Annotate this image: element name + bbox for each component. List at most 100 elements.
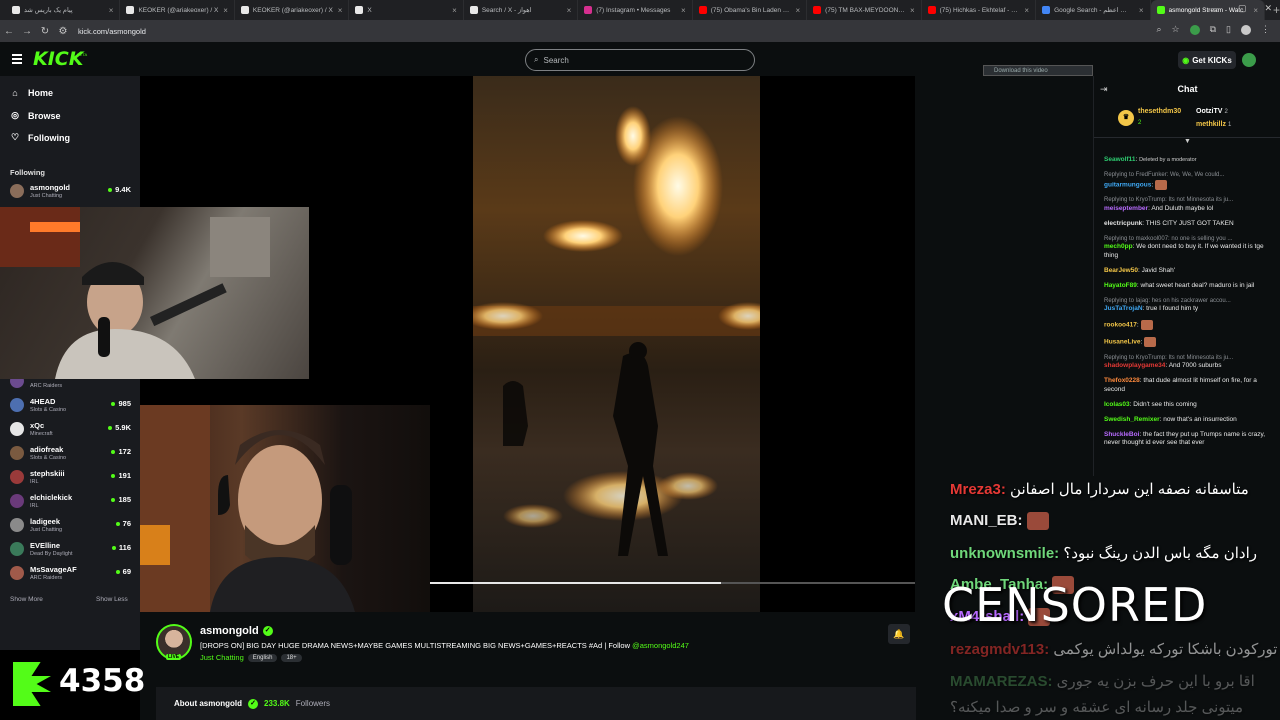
browser-tab[interactable]: (75) Obama's Bin Laden & Tr × — [693, 0, 808, 20]
top-gifter-2[interactable]: OotziTV 2 — [1196, 108, 1228, 115]
maximize-icon[interactable]: ▢ — [1238, 3, 1247, 14]
sidebar-channel[interactable]: elchiclekick IRL 185 — [10, 492, 134, 512]
chat-username[interactable]: HayatoF89 — [1104, 282, 1137, 289]
video-frame[interactable] — [473, 76, 760, 612]
top-gifter-1[interactable]: thesethdm30 — [1138, 108, 1181, 115]
chat-username[interactable]: BearJew50 — [1104, 267, 1138, 274]
chat-message[interactable]: Icolas03: Didn't see this coming — [1104, 401, 1274, 410]
show-less-button[interactable]: Show Less — [96, 596, 128, 603]
sidebar-channel[interactable]: EVElline Dead By Daylight 116 — [10, 540, 134, 560]
browser-tab[interactable]: X × — [349, 0, 464, 20]
tab-close-icon[interactable]: × — [1139, 6, 1144, 15]
chat-username[interactable]: HusaneLive — [1104, 339, 1141, 346]
tag-pill-language[interactable]: English — [247, 653, 278, 662]
chat-message[interactable]: Replying to KryoTrump: Its not Minnesota… — [1104, 354, 1274, 371]
browser-tab[interactable]: KEOKER (@ariakeoxer) / X × — [235, 0, 350, 20]
tab-close-icon[interactable]: × — [452, 6, 457, 15]
chat-reply-context[interactable]: Replying to maxkool007: no one is sellin… — [1104, 235, 1274, 244]
browser-tab[interactable]: پیام یک باریس شد × — [6, 0, 121, 20]
sidebar-channel[interactable]: xQc Minecraft 5.9K — [10, 420, 134, 440]
bookmark-star-icon[interactable]: ☆ — [1172, 24, 1180, 35]
tab-close-icon[interactable]: × — [567, 6, 572, 15]
tag-pill-age[interactable]: 18+ — [281, 653, 302, 662]
zoom-icon[interactable]: ⌕ — [1156, 24, 1161, 35]
stream-title-mention[interactable]: @asmongold247 — [632, 641, 689, 650]
top-gifter-3[interactable]: methkillz 1 — [1196, 121, 1231, 128]
chat-username[interactable]: ShuckleBoi — [1104, 431, 1139, 438]
chat-username[interactable]: electricpunk — [1104, 220, 1142, 227]
site-info-icon[interactable]: ⚙ — [54, 26, 72, 37]
chat-message[interactable]: Replying to FredFunker: We, We, We could… — [1104, 171, 1274, 190]
browser-tab[interactable]: Google Search - کسکش اعظم × — [1036, 0, 1151, 20]
chat-message[interactable]: Swedish_Remixer: now that's an insurrect… — [1104, 416, 1274, 425]
search-input[interactable]: ⌕ Search — [525, 49, 755, 71]
streamer-name[interactable]: asmongold ✓ — [200, 625, 273, 637]
chat-message[interactable]: Seawolf11: Deleted by a moderator — [1104, 156, 1274, 165]
new-tab-button[interactable]: + — [1273, 3, 1280, 17]
puzzle-icon[interactable]: ⧉ — [1210, 24, 1216, 35]
browser-tab[interactable]: (75) Hichkas - Ekhtelaf - YouT × — [922, 0, 1037, 20]
chat-username[interactable]: Thefox0228 — [1104, 377, 1140, 384]
close-icon[interactable]: ✕ — [1264, 3, 1272, 14]
chat-message[interactable]: HusaneLive: — [1104, 336, 1274, 347]
chat-reply-context[interactable]: Replying to KryoTrump: Its not Minnesota… — [1104, 354, 1274, 363]
minimize-icon[interactable]: — — [1211, 3, 1220, 14]
tab-close-icon[interactable]: × — [796, 6, 801, 15]
chat-username[interactable]: mech0pp — [1104, 243, 1133, 250]
browser-tab[interactable]: (7) Instagram • Messages × — [578, 0, 693, 20]
get-kicks-button[interactable]: ◉ Get KICKs — [1178, 51, 1236, 69]
collapse-chat-icon[interactable]: ⇥ — [1100, 84, 1108, 95]
chat-message[interactable]: Thefox0228: that dude almost lit himself… — [1104, 377, 1274, 394]
chat-message[interactable]: electricpunk: THIS CITY JUST GOT TAKEN — [1104, 220, 1274, 229]
chat-username[interactable]: Seawolf11 — [1104, 156, 1135, 163]
kick-logo[interactable]: KICK — [33, 48, 83, 70]
sidebar-channel[interactable]: MsSavageAF ARC Raiders 69 — [10, 564, 134, 584]
back-icon[interactable]: ← — [0, 26, 18, 37]
chat-message[interactable]: Replying to maxkool007: no one is sellin… — [1104, 235, 1274, 261]
sidebar-channel[interactable]: ladigeek Just Chatting 76 — [10, 516, 134, 536]
chat-message[interactable]: BearJew50: Javid Shah' — [1104, 267, 1274, 276]
chat-username[interactable]: guitarmungous — [1104, 181, 1151, 188]
chat-username[interactable]: Swedish_Remixer — [1104, 416, 1160, 423]
chat-username[interactable]: JusTaTrojaN — [1104, 305, 1143, 312]
tab-close-icon[interactable]: × — [1024, 6, 1029, 15]
chat-reply-context[interactable]: Replying to lajag: hes on his zackrawer … — [1104, 297, 1274, 306]
chat-username[interactable]: shadowplaygame34 — [1104, 362, 1165, 369]
show-more-button[interactable]: Show More — [10, 596, 43, 603]
user-avatar[interactable] — [1242, 53, 1256, 67]
chat-message[interactable]: Replying to KryoTrump: Its not Minnesota… — [1104, 196, 1274, 213]
profile-avatar[interactable] — [1241, 24, 1251, 35]
tab-close-icon[interactable]: × — [681, 6, 686, 15]
reload-icon[interactable]: ↻ — [36, 26, 54, 37]
expand-gifters-icon[interactable]: ▼ — [1184, 138, 1191, 145]
tab-close-icon[interactable]: × — [338, 6, 343, 15]
tab-close-icon[interactable]: × — [223, 6, 228, 15]
extension-icon[interactable] — [1189, 24, 1200, 35]
chat-message[interactable]: ShuckleBoi: the fact they put up Trumps … — [1104, 431, 1274, 448]
chat-message[interactable]: Replying to lajag: hes on his zackrawer … — [1104, 297, 1274, 314]
sidebar-channel[interactable]: asmongold Just Chatting 9.4K — [10, 182, 134, 202]
forward-icon[interactable]: → — [18, 26, 36, 37]
tab-close-icon[interactable]: × — [109, 6, 114, 15]
chat-reply-context[interactable]: Replying to FredFunker: We, We, We could… — [1104, 171, 1274, 180]
sidebar-item-home[interactable]: ⌂ Home — [10, 88, 53, 98]
chat-message[interactable]: rookoo417: — [1104, 320, 1274, 331]
category-link[interactable]: Just Chatting — [200, 653, 244, 662]
sidebar-channel[interactable]: adiofreak Slots & Casino 172 — [10, 444, 134, 464]
tab-close-icon[interactable]: × — [910, 6, 915, 15]
sidepanel-icon[interactable]: ▯ — [1226, 24, 1231, 35]
chat-username[interactable]: Icolas03 — [1104, 401, 1130, 408]
hamburger-menu-icon[interactable] — [12, 52, 22, 66]
notification-bell-button[interactable]: 🔔 — [888, 624, 910, 644]
browser-tab[interactable]: KEOKER (@ariakeoxer) / X × — [120, 0, 235, 20]
sidebar-item-browse[interactable]: ◎ Browse — [10, 110, 60, 121]
chat-message[interactable]: HayatoF89: what sweet heart deal? maduro… — [1104, 282, 1274, 291]
download-video-button[interactable]: Download this video — [983, 65, 1093, 76]
sidebar-item-following[interactable]: ♡ Following — [10, 132, 70, 143]
chat-reply-context[interactable]: Replying to KryoTrump: Its not Minnesota… — [1104, 196, 1274, 205]
video-progress-bar[interactable] — [430, 582, 915, 584]
browser-tab[interactable]: (75) TM BAX-MEYDOON OFF × — [807, 0, 922, 20]
menu-dots-icon[interactable]: ⋮ — [1261, 24, 1270, 35]
sidebar-channel[interactable]: stephskiii IRL 191 — [10, 468, 134, 488]
chat-username[interactable]: rookoo417 — [1104, 322, 1137, 329]
